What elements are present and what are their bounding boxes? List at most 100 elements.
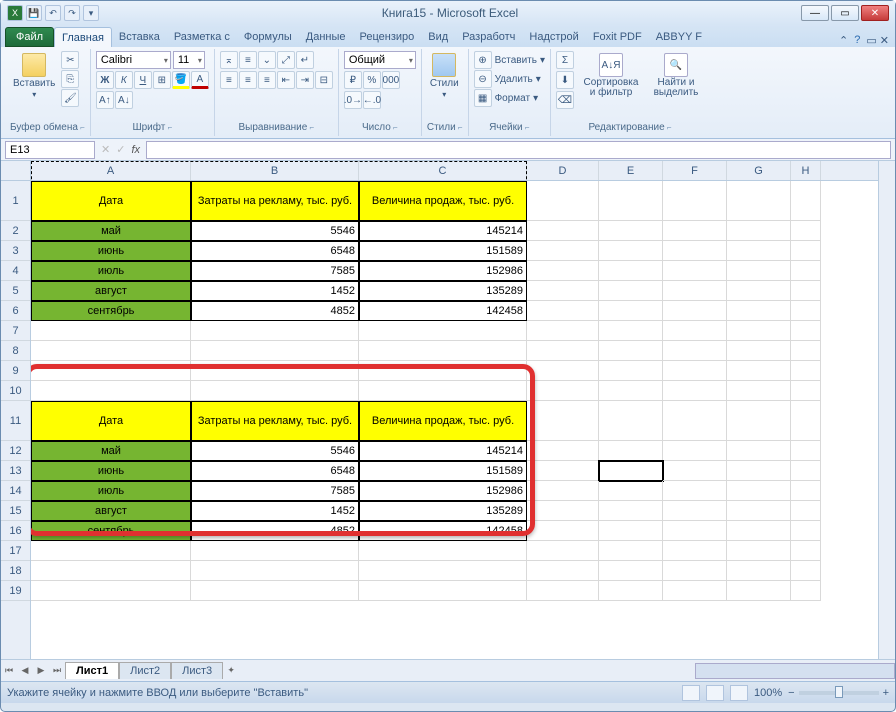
row-header[interactable]: 1 [1,181,30,221]
align-bottom-icon[interactable]: ⌄ [258,51,276,69]
cell[interactable] [663,181,727,221]
cell[interactable] [663,261,727,281]
tab-review[interactable]: Рецензиро [353,27,422,47]
cell[interactable] [599,501,663,521]
decrease-decimal-icon[interactable]: ←.0 [363,91,381,109]
cell[interactable]: август [31,281,191,301]
fx-icon[interactable]: fx [131,144,140,156]
cell[interactable]: июнь [31,461,191,481]
align-center-icon[interactable]: ≡ [239,71,257,89]
cell[interactable] [727,181,791,221]
select-all-corner[interactable] [1,161,30,181]
cell[interactable]: 6548 [191,461,359,481]
cell[interactable] [191,561,359,581]
minimize-button[interactable]: — [801,5,829,21]
align-top-icon[interactable]: ⌅ [220,51,238,69]
cell[interactable] [791,581,821,601]
copy-icon[interactable]: ⎘ [61,70,79,88]
underline-icon[interactable]: Ч [134,71,152,89]
tab-insert[interactable]: Вставка [112,27,167,47]
qat-redo-icon[interactable]: ↷ [64,5,80,21]
cell[interactable] [727,261,791,281]
cell[interactable]: 142458 [359,521,527,541]
insert-cells-button[interactable]: ⊕Вставить ▾ [474,51,545,69]
row-header[interactable]: 15 [1,501,30,521]
increase-decimal-icon[interactable]: .0→ [344,91,362,109]
cell[interactable]: 5546 [191,221,359,241]
sort-filter-button[interactable]: А↓Я Сортировка и фильтр [577,51,645,100]
row-header[interactable]: 12 [1,441,30,461]
increase-font-icon[interactable]: A↑ [96,91,114,109]
cell[interactable]: июль [31,481,191,501]
cell[interactable] [527,561,599,581]
cell[interactable] [791,501,821,521]
italic-icon[interactable]: К [115,71,133,89]
new-sheet-icon[interactable]: ✦ [223,663,239,679]
cell[interactable]: 145214 [359,441,527,461]
cell[interactable] [727,321,791,341]
tab-page-layout[interactable]: Разметка с [167,27,237,47]
sheet-nav-prev-icon[interactable]: ◀ [17,663,33,679]
ribbon-minimize-icon[interactable]: ⌃ [839,34,848,47]
cell[interactable] [727,481,791,501]
row-header[interactable]: 8 [1,341,30,361]
excel-icon[interactable]: X [7,5,23,21]
number-format-combo[interactable]: Общий [344,51,416,69]
align-right-icon[interactable]: ≡ [258,71,276,89]
cell[interactable] [527,361,599,381]
cell[interactable]: июнь [31,241,191,261]
cell[interactable] [527,221,599,241]
cell[interactable] [663,341,727,361]
cell[interactable] [599,321,663,341]
cell[interactable] [599,241,663,261]
cell[interactable] [791,221,821,241]
cell[interactable] [791,341,821,361]
align-middle-icon[interactable]: ≡ [239,51,257,69]
ribbon-options-icon[interactable]: ▭ ✕ [866,34,889,47]
cell[interactable] [663,581,727,601]
cell[interactable] [663,361,727,381]
row-header[interactable]: 10 [1,381,30,401]
cell[interactable] [527,521,599,541]
cell[interactable]: сентябрь [31,301,191,321]
cell[interactable] [599,581,663,601]
cell[interactable] [727,561,791,581]
cell[interactable]: 142458 [359,301,527,321]
cell[interactable] [663,221,727,241]
cell[interactable]: 7585 [191,481,359,501]
cell[interactable] [599,461,663,481]
column-header[interactable]: E [599,161,663,180]
cell[interactable] [599,301,663,321]
cell[interactable] [663,481,727,501]
cell[interactable] [31,381,191,401]
cell[interactable] [727,501,791,521]
cell[interactable] [727,281,791,301]
tab-abbyy[interactable]: ABBYY F [649,27,709,47]
vertical-scrollbar[interactable] [878,161,895,659]
cell[interactable]: май [31,221,191,241]
cell[interactable] [663,381,727,401]
cell[interactable]: Величина продаж, тыс. руб. [359,401,527,441]
cell[interactable] [791,301,821,321]
font-color-icon[interactable]: A [191,71,209,89]
formula-input[interactable] [146,141,891,159]
cell[interactable] [791,541,821,561]
cell[interactable] [791,241,821,261]
fill-icon[interactable]: ⬇ [556,71,574,89]
tab-foxit[interactable]: Foxit PDF [586,27,649,47]
tab-home[interactable]: Главная [54,27,112,47]
percent-icon[interactable]: % [363,71,381,89]
paste-button[interactable]: Вставить ▾ [10,51,58,101]
cell[interactable]: 135289 [359,281,527,301]
format-cells-button[interactable]: ▦Формат ▾ [474,89,539,107]
cell[interactable]: 5546 [191,441,359,461]
cell[interactable] [599,181,663,221]
cell[interactable] [31,341,191,361]
cell[interactable] [727,341,791,361]
cell[interactable]: май [31,441,191,461]
cell[interactable] [599,341,663,361]
comma-icon[interactable]: 000 [382,71,400,89]
row-header[interactable]: 11 [1,401,30,441]
cell[interactable] [727,301,791,321]
cell[interactable]: август [31,501,191,521]
